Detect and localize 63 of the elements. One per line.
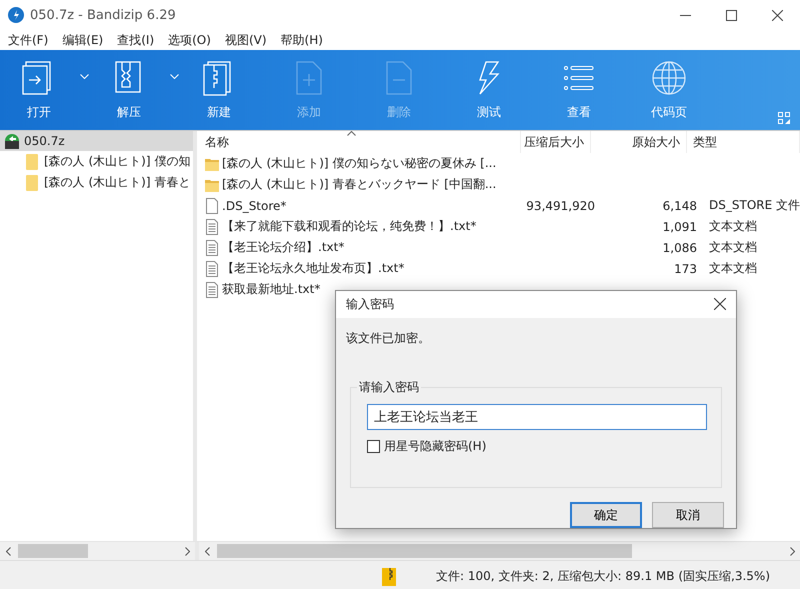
folder-icon xyxy=(205,178,220,192)
table-cell: 1,086 xyxy=(662,240,698,254)
menu-item[interactable]: 文件(F) xyxy=(8,32,48,48)
text-file-icon xyxy=(205,260,220,276)
file-name[interactable]: [森の人 (木山ヒト)] 僕の知らない秘密の夏休み [... xyxy=(222,155,496,172)
archive-icon xyxy=(382,568,396,586)
menu-item[interactable]: 编辑(E) xyxy=(62,32,104,48)
tree-item[interactable]: [森の人 (木山ヒト)] 僕の知 xyxy=(0,151,194,172)
tree-item[interactable]: [森の人 (木山ヒト)] 青春と xyxy=(0,172,194,193)
dialog-button[interactable]: 确定 xyxy=(570,502,642,528)
toolbar-button[interactable]: 测试 xyxy=(458,50,520,130)
maximize-icon xyxy=(726,10,736,20)
column-header[interactable]: 压缩后大小 xyxy=(521,131,592,153)
menu-item[interactable]: 选项(O) xyxy=(168,32,211,48)
file-name[interactable]: [森の人 (木山ヒト)] 青春とバックヤード [中国翻... xyxy=(222,176,496,193)
menu-item[interactable]: 视图(V) xyxy=(224,32,267,48)
dropdown-caret-icon[interactable] xyxy=(80,74,88,79)
status-text: 文件: 100, 文件夹: 2, 压缩包大小: 89.1 MB (固实压缩,3.5%) xyxy=(436,568,770,585)
file-name[interactable]: .DS_Store* xyxy=(222,198,286,212)
dialog-button[interactable]: 取消 xyxy=(652,502,724,528)
column-header[interactable]: 原始大小 xyxy=(591,131,688,153)
table-cell: 1,091 xyxy=(662,220,698,234)
table-cell: DS_STORE 文件 xyxy=(709,198,800,212)
close-button[interactable] xyxy=(714,298,726,310)
minimize-icon xyxy=(680,14,690,16)
toolbar-button[interactable]: 解压 xyxy=(98,50,160,130)
toolbar-button[interactable]: 新建 xyxy=(188,50,250,130)
group-label: 请输入密码 xyxy=(357,378,421,396)
dialog-message: 该文件已加密。 xyxy=(346,330,431,347)
password-field[interactable]: 上老王论坛当老王 xyxy=(367,404,707,430)
window-title: 050.7z - Bandizip 6.29 xyxy=(30,8,176,22)
column-header[interactable]: 名称 xyxy=(201,131,522,153)
file-name[interactable]: 【老王论坛介绍】.txt* xyxy=(222,239,344,256)
file-name[interactable]: 【来了就能下载和观看的论坛，纯免费！】.txt* xyxy=(222,218,476,235)
table-cell: 93,491,920 xyxy=(526,198,596,212)
globe-icon xyxy=(652,60,686,96)
menu-item[interactable]: 查找(I) xyxy=(117,32,154,48)
folder-icon xyxy=(26,174,38,190)
table-cell: 文本文档 xyxy=(709,261,758,275)
dropdown-caret-icon[interactable] xyxy=(170,74,178,79)
folder-icon xyxy=(26,154,38,170)
table-cell: 文本文档 xyxy=(709,219,758,233)
toolbar-button[interactable]: 打开 xyxy=(8,50,70,130)
menu-item[interactable]: 帮助(H) xyxy=(280,32,323,48)
checkbox[interactable] xyxy=(367,440,380,453)
close-icon xyxy=(772,10,782,20)
file-icon xyxy=(205,198,220,214)
folder-icon xyxy=(205,156,220,170)
tree-item[interactable]: 050.7z xyxy=(0,131,194,151)
table-cell: 文本文档 xyxy=(709,240,758,254)
layout-icon[interactable] xyxy=(778,112,790,124)
table-cell: 173 xyxy=(674,262,698,276)
column-header[interactable]: 类型 xyxy=(687,131,800,153)
file-name[interactable]: 【老王论坛永久地址发布页】.txt* xyxy=(222,260,404,277)
text-file-icon xyxy=(205,218,220,234)
archive-icon xyxy=(4,133,20,149)
dialog-title: 输入密码 xyxy=(346,296,394,313)
table-cell: 6,148 xyxy=(662,198,698,212)
checkbox-label[interactable]: 用星号隐藏密码(H) xyxy=(384,438,486,455)
app-logo-icon xyxy=(8,7,24,23)
text-file-icon xyxy=(205,282,220,298)
file-name[interactable]: 获取最新地址.txt* xyxy=(222,281,320,298)
text-file-icon xyxy=(205,240,220,256)
